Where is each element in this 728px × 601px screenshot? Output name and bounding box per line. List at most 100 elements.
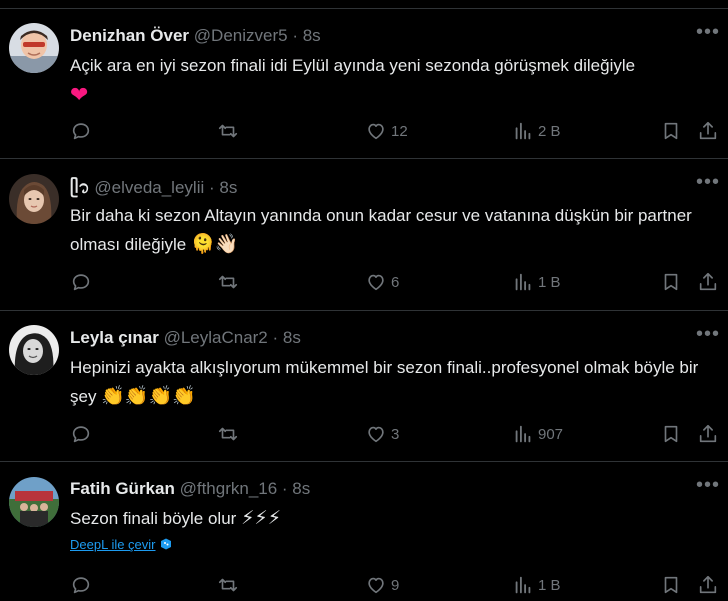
share-icon xyxy=(699,272,717,291)
reply-button[interactable] xyxy=(70,422,92,446)
more-icon[interactable]: ••• xyxy=(696,323,720,346)
like-icon xyxy=(368,274,384,291)
bookmark-icon xyxy=(664,576,678,594)
retweet-button[interactable] xyxy=(217,422,239,446)
tweet-header: Leyla çınar @LeylaCnar2 · 8s xyxy=(70,328,301,348)
tweet-text: Sezon finali böyle olur ⚡⚡⚡ xyxy=(70,504,720,533)
retweet-icon xyxy=(218,275,238,289)
tweet-emoji: 👏👏👏👏 xyxy=(101,386,196,407)
tweet-text: Açik ara en iyi sezon finali idi Eylül a… xyxy=(70,51,720,111)
views-icon xyxy=(515,122,531,140)
author-handle[interactable]: @LeylaCnar2 xyxy=(164,328,268,347)
views-icon xyxy=(515,273,531,291)
action-bar: 6 1 B xyxy=(70,270,720,294)
bookmark-button[interactable] xyxy=(660,119,682,143)
retweet-button[interactable] xyxy=(217,119,239,143)
like-icon xyxy=(368,123,384,140)
views-count: 1 B xyxy=(538,273,561,291)
tweet-text: Hepinizi ayakta alkışlıyorum mükemmel bi… xyxy=(70,353,720,411)
like-count: 3 xyxy=(391,425,400,443)
share-button[interactable] xyxy=(697,573,719,597)
like-count: 12 xyxy=(391,122,408,140)
like-button[interactable]: 9 xyxy=(365,573,399,597)
author-handle[interactable]: @elveda_leylii xyxy=(94,178,204,197)
views-button[interactable]: 2 B xyxy=(512,119,561,143)
author-name[interactable]: Denizhan Över xyxy=(70,26,189,45)
bookmark-button[interactable] xyxy=(660,422,682,446)
share-button[interactable] xyxy=(697,119,719,143)
reply-icon xyxy=(72,426,90,443)
retweet-button[interactable] xyxy=(217,573,239,597)
bookmark-button[interactable] xyxy=(660,270,682,294)
reply-button[interactable] xyxy=(70,573,92,597)
like-button[interactable]: 12 xyxy=(365,119,408,143)
translate-link[interactable]: DeepL ile çevir xyxy=(70,537,172,552)
tweet-header: Fatih Gürkan @fthgrkn_16 · 8s xyxy=(70,479,310,499)
views-button[interactable]: 907 xyxy=(512,422,563,446)
action-bar: 3 907 xyxy=(70,422,720,446)
reply-icon xyxy=(72,577,90,594)
avatar[interactable] xyxy=(9,174,59,224)
tweet-body: Açik ara en iyi sezon finali idi Eylül a… xyxy=(70,56,636,75)
action-bar: 9 1 B xyxy=(70,573,720,597)
action-bar: 12 2 B xyxy=(70,119,720,143)
tweet[interactable]: ᥫ᭡ @elveda_leylii · 8s ••• Bir daha ki s… xyxy=(0,159,728,311)
like-button[interactable]: 6 xyxy=(365,270,399,294)
tweet-header: Denizhan Över @Denizver5 · 8s xyxy=(70,26,321,46)
like-count: 6 xyxy=(391,273,400,291)
tweet-emoji: ⚡⚡⚡ xyxy=(241,508,282,529)
like-count: 9 xyxy=(391,576,400,594)
like-icon xyxy=(368,426,384,443)
bookmark-button[interactable] xyxy=(660,573,682,597)
timestamp[interactable]: · 8s xyxy=(273,328,301,347)
author-name[interactable]: Fatih Gürkan xyxy=(70,479,175,498)
share-button[interactable] xyxy=(697,422,719,446)
tweet-body: Sezon finali böyle olur xyxy=(70,509,237,528)
tweet[interactable]: Denizhan Över @Denizver5 · 8s ••• Açik a… xyxy=(0,9,728,159)
more-icon[interactable]: ••• xyxy=(696,474,720,497)
views-icon xyxy=(515,425,531,443)
timestamp[interactable]: · 8s xyxy=(292,26,320,45)
tweet[interactable]: Leyla çınar @LeylaCnar2 · 8s ••• Hepiniz… xyxy=(0,311,728,462)
retweet-icon xyxy=(218,124,238,138)
reply-icon xyxy=(72,123,90,140)
more-icon[interactable]: ••• xyxy=(696,171,720,194)
tweet-text: Bir daha ki sezon Altayın yanında onun k… xyxy=(70,201,720,259)
like-icon xyxy=(368,577,384,594)
tweet-emoji: 🫠👋🏻 xyxy=(190,234,239,255)
share-button[interactable] xyxy=(697,270,719,294)
author-handle[interactable]: @fthgrkn_16 xyxy=(180,479,278,498)
author-handle[interactable]: @Denizver5 xyxy=(194,26,288,45)
timestamp[interactable]: · 8s xyxy=(282,479,310,498)
views-icon xyxy=(515,576,531,594)
reply-button[interactable] xyxy=(70,270,92,294)
views-count: 2 B xyxy=(538,122,561,140)
reply-button[interactable] xyxy=(70,119,92,143)
views-button[interactable]: 1 B xyxy=(512,270,561,294)
bookmark-icon xyxy=(664,122,678,140)
more-icon[interactable]: ••• xyxy=(696,21,720,44)
share-icon xyxy=(699,424,717,443)
author-name[interactable]: Leyla çınar xyxy=(70,328,159,347)
deepl-icon xyxy=(160,538,171,550)
reply-icon xyxy=(72,274,90,291)
views-count: 1 B xyxy=(538,576,561,594)
share-icon xyxy=(699,121,717,140)
tweet[interactable]: Fatih Gürkan @fthgrkn_16 · 8s ••• Sezon … xyxy=(0,462,728,601)
top-divider xyxy=(0,0,728,9)
avatar[interactable] xyxy=(9,477,59,527)
views-count: 907 xyxy=(538,425,564,443)
avatar[interactable] xyxy=(9,23,59,73)
author-name[interactable]: ᥫ᭡ xyxy=(70,178,90,197)
retweet-button[interactable] xyxy=(217,270,239,294)
views-button[interactable]: 1 B xyxy=(512,573,561,597)
like-button[interactable]: 3 xyxy=(365,422,399,446)
retweet-icon xyxy=(218,427,238,441)
avatar[interactable] xyxy=(9,325,59,375)
bookmark-icon xyxy=(664,273,678,291)
translate-label[interactable]: DeepL ile çevir xyxy=(70,537,156,552)
share-icon xyxy=(699,575,717,594)
bookmark-icon xyxy=(664,425,678,443)
tweet-body: Bir daha ki sezon Altayın yanında onun k… xyxy=(70,206,692,254)
timestamp[interactable]: · 8s xyxy=(209,178,237,197)
